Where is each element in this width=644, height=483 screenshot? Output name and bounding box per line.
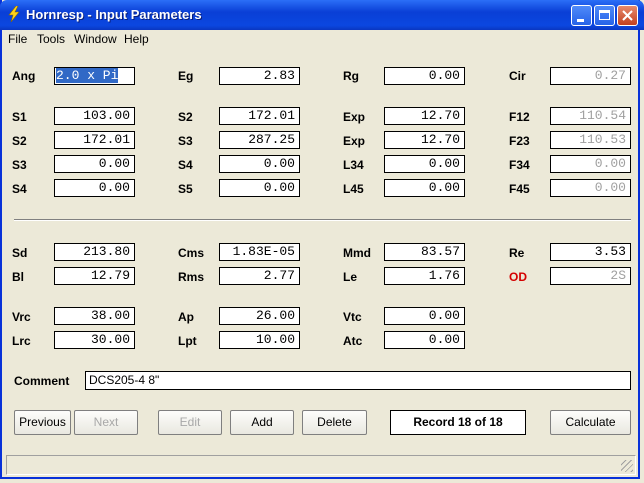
label-ap: Ap (178, 310, 194, 324)
label-f45: F45 (509, 182, 530, 196)
window-title: Hornresp - Input Parameters (26, 7, 202, 22)
s3-field[interactable]: 0.00 (54, 155, 135, 173)
label-s5: S5 (178, 182, 193, 196)
s2-field[interactable]: 172.01 (54, 131, 135, 149)
exp-field-row1[interactable]: 12.70 (384, 107, 465, 125)
label-exp-row1: Exp (343, 110, 366, 124)
label-vrc: Vrc (12, 310, 31, 324)
next-button[interactable]: Next (74, 410, 138, 435)
menu-help[interactable]: Help (124, 32, 149, 46)
status-bar (6, 455, 636, 475)
od-field: 2S (550, 267, 631, 285)
s4-field[interactable]: 0.00 (54, 179, 135, 197)
lrc-field[interactable]: 30.00 (54, 331, 135, 349)
label-s3-row2: S3 (178, 134, 193, 148)
label-cir: Cir (509, 69, 526, 83)
minimize-button[interactable] (571, 5, 592, 26)
record-indicator: Record 18 of 18 (390, 410, 526, 435)
edit-button[interactable]: Edit (158, 410, 222, 435)
label-re: Re (509, 246, 525, 260)
s4-field-row3[interactable]: 0.00 (219, 155, 300, 173)
label-le: Le (343, 270, 358, 284)
menu-window[interactable]: Window (74, 32, 117, 46)
label-l34: L34 (343, 158, 364, 172)
rg-field[interactable]: 0.00 (384, 67, 465, 85)
previous-button[interactable]: Previous (14, 410, 71, 435)
lpt-field[interactable]: 10.00 (219, 331, 300, 349)
menu-tools[interactable]: Tools (37, 32, 65, 46)
label-f12: F12 (509, 110, 530, 124)
label-eg: Eg (178, 69, 194, 83)
ap-field[interactable]: 26.00 (219, 307, 300, 325)
f45-field: 0.00 (550, 179, 631, 197)
l34-field[interactable]: 0.00 (384, 155, 465, 173)
maximize-icon (599, 10, 610, 20)
s1-field[interactable]: 103.00 (54, 107, 135, 125)
label-rg: Rg (343, 69, 359, 83)
label-exp-row2: Exp (343, 134, 366, 148)
label-ang: Ang (12, 69, 36, 83)
label-s4: S4 (12, 182, 27, 196)
lightning-app-icon (8, 6, 20, 22)
label-s2: S2 (12, 134, 27, 148)
label-lpt: Lpt (178, 334, 197, 348)
resize-grip-icon[interactable] (621, 460, 633, 472)
maximize-button[interactable] (594, 5, 615, 26)
s2-field-row1[interactable]: 172.01 (219, 107, 300, 125)
close-icon (622, 10, 633, 21)
label-s2-row1: S2 (178, 110, 193, 124)
label-atc: Atc (343, 334, 363, 348)
vrc-field[interactable]: 38.00 (54, 307, 135, 325)
ang-value: 2.0 x Pi (56, 68, 119, 83)
label-comment: Comment (14, 374, 70, 388)
label-s3: S3 (12, 158, 27, 172)
close-button[interactable] (617, 5, 638, 26)
mmd-field[interactable]: 83.57 (384, 243, 465, 261)
f23-field: 110.53 (550, 131, 631, 149)
s5-field[interactable]: 0.00 (219, 179, 300, 197)
cms-field[interactable]: 1.83E-05 (219, 243, 300, 261)
rms-field[interactable]: 2.77 (219, 267, 300, 285)
bl-field[interactable]: 12.79 (54, 267, 135, 285)
label-rms: Rms (178, 270, 205, 284)
label-s1: S1 (12, 110, 27, 124)
label-mmd: Mmd (343, 246, 371, 260)
title-bar[interactable]: Hornresp - Input Parameters (0, 0, 644, 30)
label-f23: F23 (509, 134, 530, 148)
label-cms: Cms (178, 246, 205, 260)
label-s4-row3: S4 (178, 158, 193, 172)
atc-field[interactable]: 0.00 (384, 331, 465, 349)
s3-field-row2[interactable]: 287.25 (219, 131, 300, 149)
vtc-field[interactable]: 0.00 (384, 307, 465, 325)
ang-field[interactable]: 2.0 x Pi (54, 67, 135, 85)
comment-input[interactable]: DCS205-4 8" (85, 371, 631, 390)
label-lrc: Lrc (12, 334, 31, 348)
sd-field[interactable]: 213.80 (54, 243, 135, 261)
label-vtc: Vtc (343, 310, 362, 324)
delete-button[interactable]: Delete (302, 410, 367, 435)
re-field[interactable]: 3.53 (550, 243, 631, 261)
label-l45: L45 (343, 182, 364, 196)
l45-field[interactable]: 0.00 (384, 179, 465, 197)
exp-field-row2[interactable]: 12.70 (384, 131, 465, 149)
cir-field: 0.27 (550, 67, 631, 85)
f12-field: 110.54 (550, 107, 631, 125)
menu-bar: File Tools Window Help (2, 30, 638, 48)
f34-field: 0.00 (550, 155, 631, 173)
add-button[interactable]: Add (230, 410, 294, 435)
label-od: OD (509, 270, 527, 284)
section-divider (14, 219, 631, 221)
le-field[interactable]: 1.76 (384, 267, 465, 285)
label-bl: Bl (12, 270, 24, 284)
minimize-icon (577, 19, 584, 22)
label-sd: Sd (12, 246, 28, 260)
input-parameters-window: Hornresp - Input Parameters File Tools W… (0, 0, 644, 479)
calculate-button[interactable]: Calculate (550, 410, 631, 435)
eg-field[interactable]: 2.83 (219, 67, 300, 85)
label-f34: F34 (509, 158, 530, 172)
menu-file[interactable]: File (8, 32, 27, 46)
